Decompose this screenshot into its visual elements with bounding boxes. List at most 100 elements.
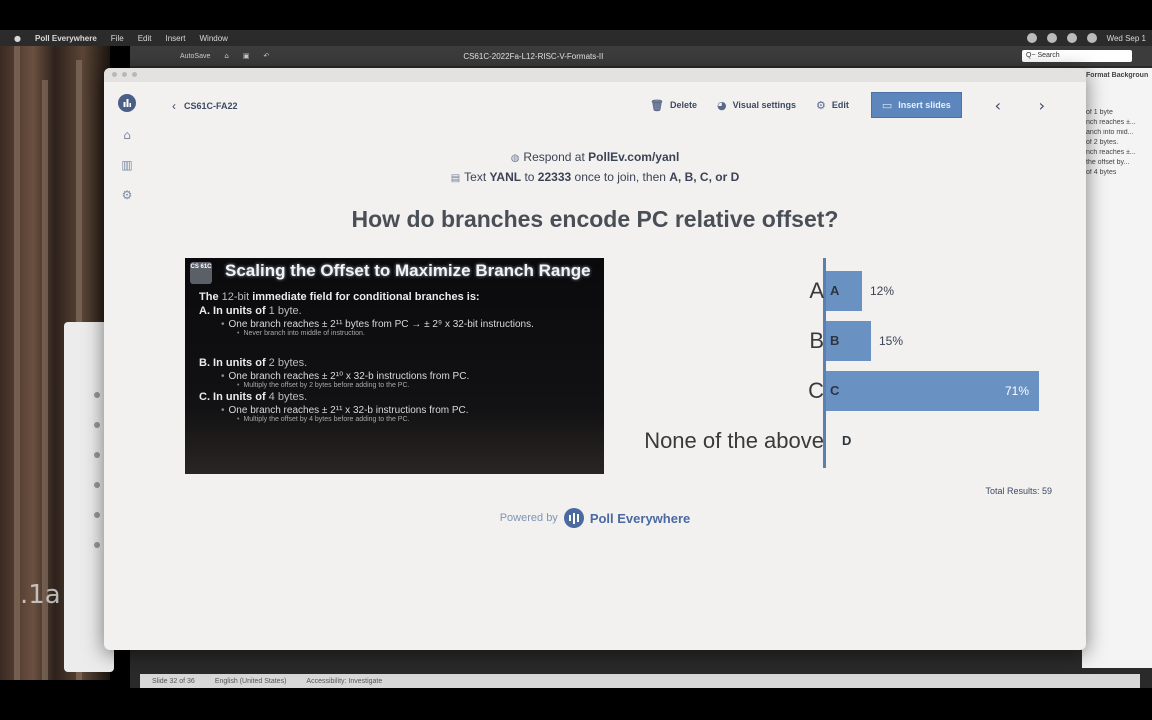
menu-app-name[interactable]: Poll Everywhere [35,34,97,43]
save-icon[interactable]: ▣ [243,52,250,60]
edit-button[interactable]: ⚙ Edit [806,92,859,118]
status-icon[interactable] [1026,33,1037,43]
slide-body: The 12-bit immediate field for condition… [199,291,599,425]
close-window-button[interactable] [112,72,117,77]
text-suffix: once to join, then [574,170,666,184]
side-panel-item: of 1 byte [1086,109,1113,116]
autosave-toggle[interactable]: AutoSave [180,53,210,60]
zoom-window-button[interactable] [132,72,137,77]
slide-text: One branch reaches ± 2¹¹ bytes from PC →… [228,319,534,330]
text-keyword: YANL [489,170,522,184]
poll-everywhere-logo-icon[interactable] [118,94,136,112]
powered-by-text: Powered by [499,512,558,524]
text-to: to [524,170,535,184]
text-options: A, B, C, or D [669,170,740,184]
chart-bar-row: A A 12% [624,271,1064,311]
status-language[interactable]: English (United States) [215,678,287,685]
menu-datetime[interactable]: Wed Sep 1 [1107,34,1146,43]
status-icon[interactable] [1066,33,1077,43]
status-accessibility[interactable]: Accessibility: Investigate [306,678,382,685]
total-results: Total Results: 59 [985,486,1052,496]
side-panel-item: the offset by... [1086,159,1130,166]
chart-value-label: 71% [1005,384,1030,398]
menu-edit[interactable]: Edit [138,34,152,43]
breadcrumb[interactable]: ‹ CS61C-FA22 [172,99,238,113]
powerpoint-side-panel: Format Background of 1 byte nch reaches … [1082,68,1152,668]
slide-text: One branch reaches ± 2¹⁰ x 32-b instruct… [228,371,470,382]
slide-text: Multiply the offset by 2 bytes before ad… [243,382,410,389]
side-panel-item: of 2 bytes. [1086,139,1119,146]
slide-option-b-detail: • One branch reaches ± 2¹⁰ x 32-b instruc… [221,371,470,382]
poll-everywhere-brand-icon [563,508,584,528]
chart-value-label: 15% [879,334,904,348]
slide-option-a-detail: • One branch reaches ± 2¹¹ bytes from PC … [221,319,534,330]
screen: .1a ● Poll Everywhere File Edit Insert W… [0,0,1152,720]
chart-bar-row: None of the above D [624,421,1064,461]
slide-text: One branch reaches ± 2¹¹ x 32-b instruct… [228,405,469,416]
chart-category-label: C [808,378,824,403]
text-number: 22333 [537,170,572,184]
apple-icon[interactable]: ● [14,34,21,43]
previous-slide-button[interactable]: ‹ [976,96,1020,115]
status-icon[interactable] [1046,33,1057,43]
menu-insert[interactable]: Insert [165,34,185,43]
powerpoint-search[interactable]: Q~ Search [1022,50,1132,62]
wifi-icon[interactable] [1086,33,1097,43]
minimize-window-button[interactable] [122,72,127,77]
visual-settings-button[interactable]: ◕ Visual settings [707,92,806,118]
poll-question: How do branches encode PC relative offse… [351,206,839,232]
menu-window[interactable]: Window [200,34,228,43]
slide-text: A. In units of [199,305,266,317]
globe-icon: ◍ [510,153,520,164]
chart-bar-row: C C 71% [624,371,1064,411]
slide-option-c: C. In units of 4 bytes. [199,391,599,403]
insert-slides-button[interactable]: ▭ Insert slides [870,92,962,118]
breadcrumb-label: CS61C-FA22 [184,101,238,111]
slides-icon: ▭ [881,98,893,112]
visual-settings-label: Visual settings [732,100,796,110]
powered-by[interactable]: Powered by Poll Everywhere [104,508,1086,528]
chart-category-label: None of the above [644,428,824,453]
home-icon[interactable]: ⌂ [224,52,228,60]
chart-category-label: A [809,278,824,303]
home-icon[interactable]: ⌂ [120,128,134,142]
chart-value-label: 12% [870,284,895,298]
text-prefix: Text [464,170,487,184]
powerpoint-toolbar: AutoSave ⌂ ▣ ↶ CS61C-2022Fa-L12-RISC-V-F… [130,46,1152,66]
side-panel-item: Format Background [1086,72,1148,79]
settings-icon[interactable]: ⚙ [120,188,134,202]
undo-icon[interactable]: ↶ [263,52,269,60]
respond-prefix: Respond at [523,150,585,164]
insert-slides-label: Insert slides [898,100,951,110]
poll-results-chart: A A 12% B B 15% C C 71% None of the above D [624,258,1064,478]
delete-button[interactable]: 🗑 Delete [640,92,707,118]
respond-url[interactable]: PollEv.com/yanl [588,150,679,164]
status-slide-count: Slide 32 of 36 [152,677,195,685]
slide-option-a: A. In units of 1 byte. [199,305,599,317]
edit-label: Edit [831,100,849,110]
poll-everywhere-window: ⌂ ▥ ⚙ ‹ CS61C-FA22 🗑 Delete ◕ Visual set… [104,68,1086,650]
chart-bar-letter: C [830,383,840,398]
next-slide-button[interactable]: › [1020,96,1064,115]
slide-image: CS 61C Scaling the Offset to Maximize Br… [185,258,604,474]
slide-text: 12-bit [221,291,250,303]
palette-icon: ◕ [716,98,727,112]
side-panel-item: of 4 bytes [1086,169,1117,176]
menu-bar: ● Poll Everywhere File Edit Insert Windo… [0,30,1152,46]
slide-option-c-note: • Multiply the offset by 4 bytes before a… [237,416,410,423]
powered-by-brand: Poll Everywhere [589,510,691,526]
chart-bar-row: B B 15% [624,321,1064,361]
respond-instructions: ◍ Respond at PollEv.com/yanl ▤ Text YANL t… [104,148,1086,188]
powerpoint-status-bar: Slide 32 of 36 English (United States) A… [140,674,1140,688]
chart-bar-letter: B [830,333,840,348]
slide-text: 4 bytes. [268,391,308,403]
slide-option-a-note: • Never branch into middle of instruction… [237,330,365,337]
slide-option-b: B. In units of 2 bytes. [199,357,599,369]
trash-icon: 🗑 [650,98,664,112]
slide-title: Scaling the Offset to Maximize Branch Ra… [225,261,591,280]
side-panel-item: anch into mid... [1086,129,1134,136]
gear-icon: ⚙ [815,98,826,112]
powerpoint-title: CS61C-2022Fa-L12-RISC-V-Formats-II [463,51,604,61]
menu-file[interactable]: File [111,34,124,43]
sms-icon: ▤ [450,173,461,184]
